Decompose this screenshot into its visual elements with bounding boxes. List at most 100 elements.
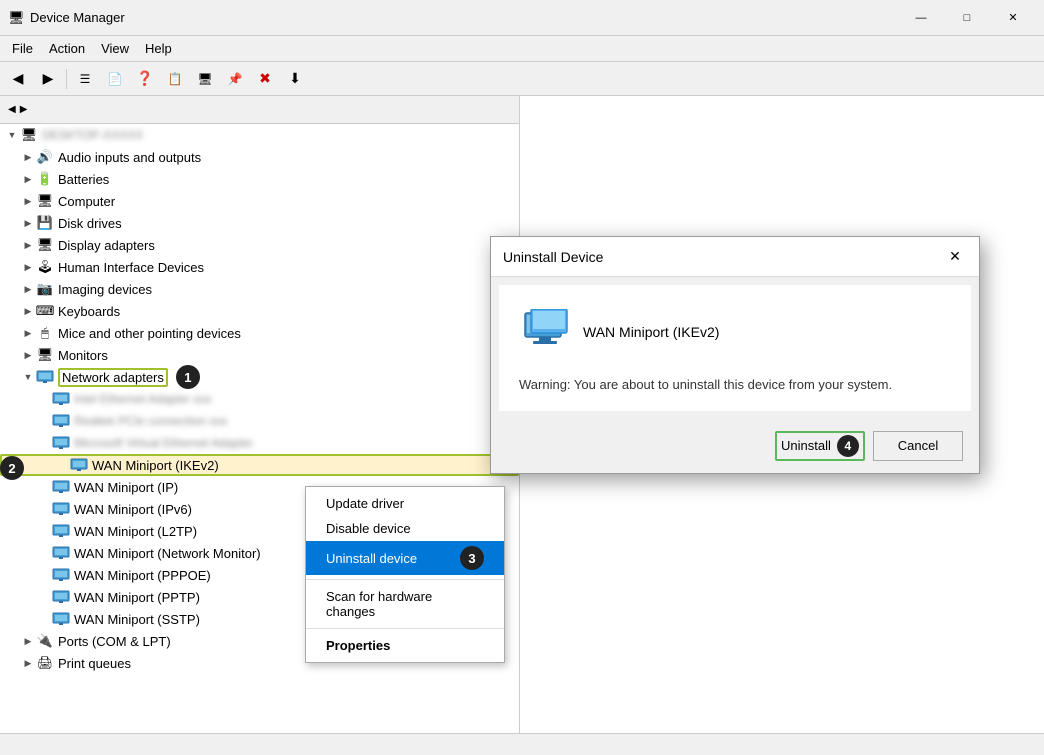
dialog-close-button[interactable]: ✕ <box>943 245 967 269</box>
toolbar-update[interactable]: 📄 <box>101 66 129 92</box>
context-properties[interactable]: Properties <box>306 633 504 658</box>
tree-item-adapter3[interactable]: Microsoft Virtual Ethernet Adapter <box>0 432 519 454</box>
step2-circle: 2 <box>0 456 24 480</box>
app-icon: 🖥 <box>8 10 24 26</box>
tree-item-display[interactable]: ▶ 🖥 Display adapters <box>0 234 519 256</box>
mice-label: Mice and other pointing devices <box>58 326 241 341</box>
imaging-icon: 📷 <box>36 280 54 298</box>
toolbar-sep1 <box>66 69 67 89</box>
tree-root[interactable]: ▼ 🖥 DESKTOP-XXXXX <box>0 124 519 146</box>
title-bar: 🖥 Device Manager — □ ✕ <box>0 0 1044 36</box>
menu-view[interactable]: View <box>93 39 137 58</box>
tree-item-adapter2[interactable]: Realtek PCIe connection xxx <box>0 410 519 432</box>
toolbar-forward[interactable]: ▶ <box>34 66 62 92</box>
tree-item-keyboards[interactable]: ▶ ⌨ Keyboards <box>0 300 519 322</box>
wan-pptp-icon <box>52 588 70 606</box>
print-icon: 🖨 <box>36 654 54 672</box>
wan-ikev2-label: WAN Miniport (IKEv2) <box>92 458 219 473</box>
toolbar-help[interactable]: ❓ <box>131 66 159 92</box>
menu-action[interactable]: Action <box>41 39 93 58</box>
display-expand: ▶ <box>20 237 36 253</box>
toolbar-download[interactable]: ⬇ <box>281 66 309 92</box>
context-disable-device[interactable]: Disable device <box>306 516 504 541</box>
wan-pptp-label: WAN Miniport (PPTP) <box>74 590 200 605</box>
adapter1-icon <box>52 390 70 408</box>
uninstall-dialog: Uninstall Device ✕ WAN Mi <box>490 236 980 474</box>
step1-circle: 1 <box>176 365 200 389</box>
tree-item-network[interactable]: ▼ Network adapters 1 <box>0 366 519 388</box>
hid-expand: ▶ <box>20 259 36 275</box>
disk-label: Disk drives <box>58 216 122 231</box>
toolbar-add[interactable]: 📌 <box>221 66 249 92</box>
computer-expand: ▶ <box>20 193 36 209</box>
tree-item-batteries[interactable]: ▶ 🔋 Batteries <box>0 168 519 190</box>
wan-l2tp-icon <box>52 522 70 540</box>
status-bar <box>0 733 1044 755</box>
toolbar-scan[interactable]: 📋 <box>161 66 189 92</box>
tree-item-disk[interactable]: ▶ 💾 Disk drives <box>0 212 519 234</box>
audio-icon: 🔊 <box>36 148 54 166</box>
maximize-button[interactable]: □ <box>944 4 990 32</box>
context-sep <box>306 579 504 580</box>
main-content: ◀ ▶ ▼ 🖥 DESKTOP-XXXXX ▶ 🔊 Audio inputs a… <box>0 96 1044 755</box>
disk-expand: ▶ <box>20 215 36 231</box>
menu-file[interactable]: File <box>4 39 41 58</box>
monitors-label: Monitors <box>58 348 108 363</box>
context-sep2 <box>306 628 504 629</box>
tree-item-adapter1[interactable]: Intel Ethernet Adapter xxx <box>0 388 519 410</box>
toolbar-back[interactable]: ◀ <box>4 66 32 92</box>
menu-help[interactable]: Help <box>137 39 180 58</box>
batteries-label: Batteries <box>58 172 109 187</box>
dialog-uninstall-button[interactable]: Uninstall 4 <box>775 431 865 461</box>
context-update-driver[interactable]: Update driver <box>306 491 504 516</box>
tree-item-wan-ikev2[interactable]: 2 WAN Miniport (IKEv2) <box>0 454 519 476</box>
close-button[interactable]: ✕ <box>990 4 1036 32</box>
tree-item-mice[interactable]: ▶ 🖱 Mice and other pointing devices <box>0 322 519 344</box>
batteries-expand: ▶ <box>20 171 36 187</box>
adapter2-label: Realtek PCIe connection xxx <box>74 414 227 428</box>
dialog-device-icon <box>519 309 571 355</box>
window-title: Device Manager <box>30 10 125 25</box>
dialog-title-bar: Uninstall Device ✕ <box>491 237 979 277</box>
adapter1-label: Intel Ethernet Adapter xxx <box>74 392 211 406</box>
dialog-cancel-button[interactable]: Cancel <box>873 431 963 461</box>
wan-ipv6-icon <box>52 500 70 518</box>
context-uninstall-device[interactable]: Uninstall device 3 <box>306 541 504 575</box>
toolbar: ◀ ▶ ☰ 📄 ❓ 📋 🖥 📌 ✖ ⬇ <box>0 62 1044 96</box>
mice-expand: ▶ <box>20 325 36 341</box>
minimize-button[interactable]: — <box>898 4 944 32</box>
wan-l2tp-label: WAN Miniport (L2TP) <box>74 524 197 539</box>
toolbar-monitor[interactable]: 🖥 <box>191 66 219 92</box>
tree-item-hid[interactable]: ▶ 🕹 Human Interface Devices <box>0 256 519 278</box>
step3-circle: 3 <box>460 546 484 570</box>
context-scan-hardware[interactable]: Scan for hardware changes <box>306 584 504 624</box>
tree-item-imaging[interactable]: ▶ 📷 Imaging devices <box>0 278 519 300</box>
imaging-expand: ▶ <box>20 281 36 297</box>
display-label: Display adapters <box>58 238 155 253</box>
menu-bar: File Action View Help <box>0 36 1044 62</box>
toolbar-properties[interactable]: ☰ <box>71 66 99 92</box>
tree-item-computer[interactable]: ▶ 🖥 Computer <box>0 190 519 212</box>
wan-netmon-label: WAN Miniport (Network Monitor) <box>74 546 261 561</box>
adapter2-icon <box>52 412 70 430</box>
dialog-body: WAN Miniport (IKEv2) Warning: You are ab… <box>499 285 971 411</box>
network-icon <box>36 368 54 386</box>
print-expand: ▶ <box>20 655 36 671</box>
hid-icon: 🕹 <box>36 258 54 276</box>
scroll-right-icon: ▶ <box>20 104 28 115</box>
tree-item-audio[interactable]: ▶ 🔊 Audio inputs and outputs <box>0 146 519 168</box>
tree-item-monitors[interactable]: ▶ 🖥 Monitors <box>0 344 519 366</box>
dialog-footer: Uninstall 4 Cancel <box>491 419 979 473</box>
ports-label: Ports (COM & LPT) <box>58 634 171 649</box>
computer-label: Computer <box>58 194 115 209</box>
wan-ipv6-label: WAN Miniport (IPv6) <box>74 502 192 517</box>
ports-icon: 🔌 <box>36 632 54 650</box>
network-adapter-border: Network adapters <box>58 368 168 387</box>
keyboards-label: Keyboards <box>58 304 120 319</box>
dialog-device-name: WAN Miniport (IKEv2) <box>583 324 719 340</box>
wan-netmon-icon <box>52 544 70 562</box>
toolbar-remove[interactable]: ✖ <box>251 66 279 92</box>
display-icon: 🖥 <box>36 236 54 254</box>
dialog-warning: Warning: You are about to uninstall this… <box>519 375 951 395</box>
network-label: Network adapters <box>62 370 164 385</box>
